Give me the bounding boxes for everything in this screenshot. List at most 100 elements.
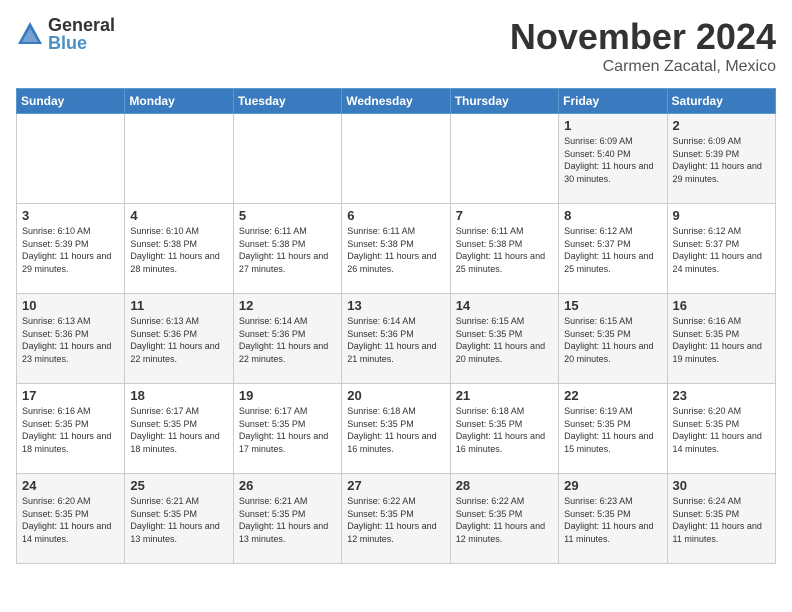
day-number: 21 xyxy=(456,388,553,403)
table-row: 25 Sunrise: 6:21 AM Sunset: 5:35 PM Dayli… xyxy=(125,474,233,564)
day-number: 24 xyxy=(22,478,119,493)
table-row: 9 Sunrise: 6:12 AM Sunset: 5:37 PM Daylig… xyxy=(667,204,775,294)
day-number: 15 xyxy=(564,298,661,313)
table-row: 24 Sunrise: 6:20 AM Sunset: 5:35 PM Dayli… xyxy=(17,474,125,564)
day-number: 20 xyxy=(347,388,444,403)
day-number: 18 xyxy=(130,388,227,403)
calendar-subtitle: Carmen Zacatal, Mexico xyxy=(510,58,776,76)
day-number: 23 xyxy=(673,388,770,403)
day-info: Sunrise: 6:22 AM Sunset: 5:35 PM Dayligh… xyxy=(456,495,553,545)
title-area: November 2024 Carmen Zacatal, Mexico xyxy=(510,16,776,76)
day-info: Sunrise: 6:11 AM Sunset: 5:38 PM Dayligh… xyxy=(347,225,444,275)
day-info: Sunrise: 6:24 AM Sunset: 5:35 PM Dayligh… xyxy=(673,495,770,545)
day-info: Sunrise: 6:20 AM Sunset: 5:35 PM Dayligh… xyxy=(22,495,119,545)
day-info: Sunrise: 6:23 AM Sunset: 5:35 PM Dayligh… xyxy=(564,495,661,545)
table-row: 1 Sunrise: 6:09 AM Sunset: 5:40 PM Daylig… xyxy=(559,114,667,204)
day-info: Sunrise: 6:13 AM Sunset: 5:36 PM Dayligh… xyxy=(130,315,227,365)
day-info: Sunrise: 6:21 AM Sunset: 5:35 PM Dayligh… xyxy=(130,495,227,545)
table-row: 10 Sunrise: 6:13 AM Sunset: 5:36 PM Dayli… xyxy=(17,294,125,384)
day-info: Sunrise: 6:13 AM Sunset: 5:36 PM Dayligh… xyxy=(22,315,119,365)
day-info: Sunrise: 6:15 AM Sunset: 5:35 PM Dayligh… xyxy=(456,315,553,365)
day-info: Sunrise: 6:16 AM Sunset: 5:35 PM Dayligh… xyxy=(22,405,119,455)
day-number: 6 xyxy=(347,208,444,223)
day-number: 1 xyxy=(564,118,661,133)
day-number: 30 xyxy=(673,478,770,493)
day-info: Sunrise: 6:09 AM Sunset: 5:40 PM Dayligh… xyxy=(564,135,661,185)
day-number: 17 xyxy=(22,388,119,403)
table-row: 17 Sunrise: 6:16 AM Sunset: 5:35 PM Dayli… xyxy=(17,384,125,474)
table-row: 12Sunrise: 6:14 AM Sunset: 5:36 PM Dayli… xyxy=(233,294,341,384)
table-row: 3Sunrise: 6:10 AM Sunset: 5:39 PM Daylig… xyxy=(17,204,125,294)
day-number: 16 xyxy=(673,298,770,313)
table-row: 18 Sunrise: 6:17 AM Sunset: 5:35 PM Dayli… xyxy=(125,384,233,474)
table-row xyxy=(342,114,450,204)
day-number: 22 xyxy=(564,388,661,403)
day-info: Sunrise: 6:18 AM Sunset: 5:35 PM Dayligh… xyxy=(347,405,444,455)
day-number: 3 xyxy=(22,208,119,223)
day-info: Sunrise: 6:21 AM Sunset: 5:35 PM Dayligh… xyxy=(239,495,336,545)
day-info: Sunrise: 6:22 AM Sunset: 5:35 PM Dayligh… xyxy=(347,495,444,545)
calendar-header-row: Sunday Monday Tuesday Wednesday Thursday… xyxy=(17,89,776,114)
calendar-week-row: 1 Sunrise: 6:09 AM Sunset: 5:40 PM Daylig… xyxy=(17,114,776,204)
table-row xyxy=(450,114,558,204)
table-row: 14Sunrise: 6:15 AM Sunset: 5:35 PM Dayli… xyxy=(450,294,558,384)
logo-text-general: General xyxy=(48,16,115,34)
day-number: 19 xyxy=(239,388,336,403)
day-info: Sunrise: 6:18 AM Sunset: 5:35 PM Dayligh… xyxy=(456,405,553,455)
calendar-week-row: 10 Sunrise: 6:13 AM Sunset: 5:36 PM Dayli… xyxy=(17,294,776,384)
day-info: Sunrise: 6:12 AM Sunset: 5:37 PM Dayligh… xyxy=(673,225,770,275)
table-row: 16 Sunrise: 6:16 AM Sunset: 5:35 PM Dayli… xyxy=(667,294,775,384)
table-row: 13 Sunrise: 6:14 AM Sunset: 5:36 PM Dayli… xyxy=(342,294,450,384)
day-info: Sunrise: 6:11 AM Sunset: 5:38 PM Dayligh… xyxy=(239,225,336,275)
table-row: 28Sunrise: 6:22 AM Sunset: 5:35 PM Dayli… xyxy=(450,474,558,564)
day-info: Sunrise: 6:14 AM Sunset: 5:36 PM Dayligh… xyxy=(347,315,444,365)
table-row: 22Sunrise: 6:19 AM Sunset: 5:35 PM Dayli… xyxy=(559,384,667,474)
table-row: 8 Sunrise: 6:12 AM Sunset: 5:37 PM Daylig… xyxy=(559,204,667,294)
table-row: 2Sunrise: 6:09 AM Sunset: 5:39 PM Daylig… xyxy=(667,114,775,204)
day-info: Sunrise: 6:20 AM Sunset: 5:35 PM Dayligh… xyxy=(673,405,770,455)
header-monday: Monday xyxy=(125,89,233,114)
day-number: 27 xyxy=(347,478,444,493)
table-row: 6 Sunrise: 6:11 AM Sunset: 5:38 PM Daylig… xyxy=(342,204,450,294)
table-row: 5 Sunrise: 6:11 AM Sunset: 5:38 PM Daylig… xyxy=(233,204,341,294)
table-row: 19 Sunrise: 6:17 AM Sunset: 5:35 PM Dayli… xyxy=(233,384,341,474)
day-number: 7 xyxy=(456,208,553,223)
logo-icon xyxy=(16,20,44,48)
table-row xyxy=(233,114,341,204)
day-info: Sunrise: 6:16 AM Sunset: 5:35 PM Dayligh… xyxy=(673,315,770,365)
day-number: 29 xyxy=(564,478,661,493)
day-number: 11 xyxy=(130,298,227,313)
logo: General Blue xyxy=(16,16,115,52)
calendar-week-row: 3Sunrise: 6:10 AM Sunset: 5:39 PM Daylig… xyxy=(17,204,776,294)
day-info: Sunrise: 6:09 AM Sunset: 5:39 PM Dayligh… xyxy=(673,135,770,185)
day-info: Sunrise: 6:14 AM Sunset: 5:36 PM Dayligh… xyxy=(239,315,336,365)
header-thursday: Thursday xyxy=(450,89,558,114)
day-info: Sunrise: 6:15 AM Sunset: 5:35 PM Dayligh… xyxy=(564,315,661,365)
table-row: 21 Sunrise: 6:18 AM Sunset: 5:35 PM Dayli… xyxy=(450,384,558,474)
logo-text-blue: Blue xyxy=(48,34,115,52)
day-info: Sunrise: 6:17 AM Sunset: 5:35 PM Dayligh… xyxy=(130,405,227,455)
day-number: 25 xyxy=(130,478,227,493)
day-number: 8 xyxy=(564,208,661,223)
table-row: 23 Sunrise: 6:20 AM Sunset: 5:35 PM Dayli… xyxy=(667,384,775,474)
table-row: 7 Sunrise: 6:11 AM Sunset: 5:38 PM Daylig… xyxy=(450,204,558,294)
day-number: 13 xyxy=(347,298,444,313)
day-info: Sunrise: 6:17 AM Sunset: 5:35 PM Dayligh… xyxy=(239,405,336,455)
calendar-week-row: 24 Sunrise: 6:20 AM Sunset: 5:35 PM Dayli… xyxy=(17,474,776,564)
day-info: Sunrise: 6:10 AM Sunset: 5:38 PM Dayligh… xyxy=(130,225,227,275)
day-info: Sunrise: 6:12 AM Sunset: 5:37 PM Dayligh… xyxy=(564,225,661,275)
day-number: 9 xyxy=(673,208,770,223)
header: General Blue November 2024 Carmen Zacata… xyxy=(16,16,776,76)
calendar-week-row: 17 Sunrise: 6:16 AM Sunset: 5:35 PM Dayli… xyxy=(17,384,776,474)
header-friday: Friday xyxy=(559,89,667,114)
day-number: 5 xyxy=(239,208,336,223)
table-row: 4Sunrise: 6:10 AM Sunset: 5:38 PM Daylig… xyxy=(125,204,233,294)
table-row: 30 Sunrise: 6:24 AM Sunset: 5:35 PM Dayli… xyxy=(667,474,775,564)
table-row: 29 Sunrise: 6:23 AM Sunset: 5:35 PM Dayli… xyxy=(559,474,667,564)
calendar-title: November 2024 xyxy=(510,16,776,58)
header-tuesday: Tuesday xyxy=(233,89,341,114)
day-number: 10 xyxy=(22,298,119,313)
header-sunday: Sunday xyxy=(17,89,125,114)
day-info: Sunrise: 6:11 AM Sunset: 5:38 PM Dayligh… xyxy=(456,225,553,275)
table-row xyxy=(125,114,233,204)
